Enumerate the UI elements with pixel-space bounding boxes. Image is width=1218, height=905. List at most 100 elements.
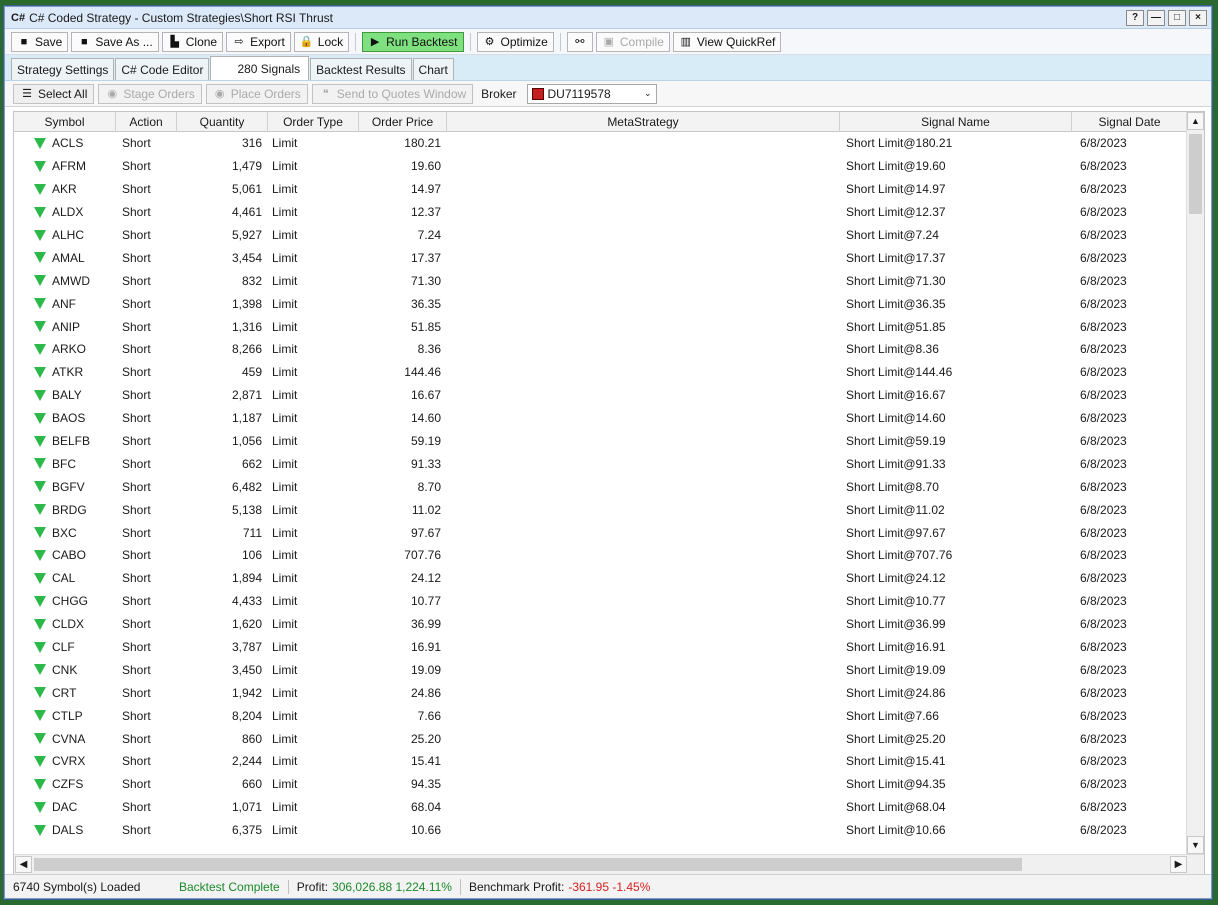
- short-signal-icon: [34, 366, 46, 378]
- col-header-order-price[interactable]: Order Price: [359, 112, 447, 132]
- scroll-right-icon[interactable]: ▶: [1170, 856, 1187, 873]
- table-row[interactable]: ALDX Short 4,461 Limit 12.37 Short Limit@12.3…: [14, 201, 1188, 224]
- export-button[interactable]: ⇨ Export: [226, 31, 291, 52]
- link-button[interactable]: ⚯: [566, 31, 593, 52]
- table-row[interactable]: BAOS Short 1,187 Limit 14.60 Short Limit@14.6…: [14, 407, 1188, 430]
- table-row[interactable]: ARKO Short 8,266 Limit 8.36 Short Limit@8.36 6…: [14, 338, 1188, 361]
- col-header-signal-name[interactable]: Signal Name: [840, 112, 1072, 132]
- cell-metastrategy: [447, 590, 840, 613]
- vertical-scrollbar[interactable]: ▲ ▼: [1186, 112, 1204, 854]
- cell-signal-date: 6/8/2023: [1080, 388, 1127, 403]
- col-header-order-type[interactable]: Order Type: [268, 112, 359, 132]
- cell-symbol: ATKR: [14, 361, 116, 384]
- table-row[interactable]: AKR Short 5,061 Limit 14.97 Short Limit@14.97…: [14, 178, 1188, 201]
- table-row[interactable]: ALHC Short 5,927 Limit 7.24 Short Limit@7.24 6…: [14, 224, 1188, 247]
- maximize-button[interactable]: □: [1168, 9, 1186, 26]
- horizontal-scrollbar[interactable]: ◀ ▶: [14, 854, 1204, 874]
- tab-strategy-settings[interactable]: Strategy Settings: [11, 58, 115, 80]
- table-row[interactable]: CNK Short 3,450 Limit 19.09 Short Limit@19.09…: [14, 658, 1188, 681]
- broker-dropdown[interactable]: DU7119578 ⌄: [526, 83, 657, 104]
- cell-action: Short: [122, 525, 151, 540]
- stage-orders-button[interactable]: ◉ Stage Orders: [98, 83, 202, 104]
- table-row[interactable]: BELFB Short 1,056 Limit 59.19 Short Limit@59.…: [14, 430, 1188, 453]
- table-row[interactable]: ACLS Short 316 Limit 180.21 Short Limit@180.2…: [14, 132, 1188, 155]
- scroll-up-icon[interactable]: ▲: [1187, 112, 1204, 130]
- table-row[interactable]: AMWD Short 832 Limit 71.30 Short Limit@71.30 6…: [14, 269, 1188, 292]
- clone-label: Clone: [185, 34, 218, 49]
- short-signal-icon: [34, 137, 46, 149]
- run-backtest-button[interactable]: ▶ Run Backtest: [362, 31, 464, 52]
- table-row[interactable]: CZFS Short 660 Limit 94.35 Short Limit@94.35 6…: [14, 773, 1188, 796]
- table-row[interactable]: CVRX Short 2,244 Limit 15.41 Short Limit@15.4…: [14, 750, 1188, 773]
- table-row[interactable]: CAL Short 1,894 Limit 24.12 Short Limit@24.12…: [14, 567, 1188, 590]
- scroll-down-icon[interactable]: ▼: [1187, 836, 1204, 854]
- cell-signal-name: Short Limit@14.60: [846, 411, 946, 426]
- cell-action: Short: [122, 548, 151, 563]
- select-all-button[interactable]: ☰ Select All: [13, 83, 95, 104]
- signals-grid[interactable]: Symbol Action Quantity Order Type Order …: [13, 111, 1205, 875]
- status-bar: 6740 Symbol(s) Loaded Backtest Complete …: [5, 874, 1211, 898]
- play-icon: ▶: [370, 36, 380, 48]
- cell-quantity: 6,375: [231, 823, 262, 838]
- table-row[interactable]: CTLP Short 8,204 Limit 7.66 Short Limit@7.66 6…: [14, 704, 1188, 727]
- tab-chart[interactable]: Chart: [412, 58, 454, 80]
- table-row[interactable]: DALS Short 6,375 Limit 10.66 Short Limit@10.6…: [14, 819, 1188, 842]
- col-header-quantity[interactable]: Quantity: [177, 112, 268, 132]
- table-row[interactable]: CRT Short 1,942 Limit 24.86 Short Limit@24.86…: [14, 681, 1188, 704]
- tab-backtest-results[interactable]: Backtest Results: [310, 58, 412, 80]
- col-header-signal-date[interactable]: Signal Date: [1072, 112, 1188, 132]
- compile-button[interactable]: ▣ Compile: [595, 31, 670, 52]
- cell-quantity: 4,433: [231, 594, 262, 609]
- col-header-metastrategy[interactable]: MetaStrategy: [447, 112, 840, 132]
- close-button[interactable]: ×: [1189, 9, 1207, 26]
- table-row[interactable]: AFRM Short 1,479 Limit 19.60 Short Limit@19.6…: [14, 155, 1188, 178]
- table-row[interactable]: CLDX Short 1,620 Limit 36.99 Short Limit@36.9…: [14, 613, 1188, 636]
- table-row[interactable]: BXC Short 711 Limit 97.67 Short Limit@97.67 6/…: [14, 521, 1188, 544]
- table-row[interactable]: CHGG Short 4,433 Limit 10.77 Short Limit@10.7…: [14, 590, 1188, 613]
- tab-signals[interactable]: 280 Signals: [210, 56, 310, 80]
- table-row[interactable]: CABO Short 106 Limit 707.76 Short Limit@707.7…: [14, 544, 1188, 567]
- cell-quantity: 316: [241, 136, 262, 151]
- table-row[interactable]: BFC Short 662 Limit 91.33 Short Limit@91.33 6/…: [14, 452, 1188, 475]
- cell-quantity: 3,454: [231, 250, 262, 265]
- save-as-button[interactable]: ■ Save As ...: [71, 31, 159, 52]
- minimize-button[interactable]: —: [1147, 9, 1165, 26]
- lock-button[interactable]: 🔒 Lock: [293, 31, 350, 52]
- symbol-text: CHGG: [52, 594, 88, 609]
- col-header-action[interactable]: Action: [116, 112, 177, 132]
- send-to-quotes-button[interactable]: ❝ Send to Quotes Window: [311, 83, 474, 104]
- col-header-symbol[interactable]: Symbol: [14, 112, 116, 132]
- save-button[interactable]: ■ Save: [11, 31, 69, 52]
- table-row[interactable]: DAC Short 1,071 Limit 68.04 Short Limit@68.04…: [14, 796, 1188, 819]
- table-row[interactable]: BALY Short 2,871 Limit 16.67 Short Limit@16.6…: [14, 384, 1188, 407]
- tab-code-editor[interactable]: C# Code Editor: [115, 58, 210, 80]
- cell-metastrategy: [447, 613, 840, 636]
- cell-quantity: 1,316: [231, 319, 262, 334]
- table-row[interactable]: ANIP Short 1,316 Limit 51.85 Short Limit@51.8…: [14, 315, 1188, 338]
- place-orders-button[interactable]: ◉ Place Orders: [205, 83, 308, 104]
- table-row[interactable]: BRDG Short 5,138 Limit 11.02 Short Limit@11.0…: [14, 498, 1188, 521]
- cell-order-type: Limit: [272, 479, 298, 494]
- optimize-button[interactable]: ⚙ Optimize: [476, 31, 554, 52]
- cell-action: Short: [122, 388, 151, 403]
- table-row[interactable]: BGFV Short 6,482 Limit 8.70 Short Limit@8.70 6…: [14, 475, 1188, 498]
- table-row[interactable]: AMAL Short 3,454 Limit 17.37 Short Limit@17.3…: [14, 246, 1188, 269]
- clone-button[interactable]: ▙ Clone: [161, 31, 224, 52]
- table-row[interactable]: CVNA Short 860 Limit 25.20 Short Limit@25.20 6…: [14, 727, 1188, 750]
- cell-action: Short: [122, 182, 151, 197]
- title-bar[interactable]: C# C# Coded Strategy - Custom Strategies…: [5, 7, 1211, 29]
- table-row[interactable]: ATKR Short 459 Limit 144.46 Short Limit@144.4…: [14, 361, 1188, 384]
- cell-order-price: 8.70: [417, 479, 441, 494]
- toolbar: ■ Save ■ Save As ... ▙ Clone ⇨ Export 🔒 …: [5, 29, 1211, 55]
- vertical-scroll-thumb[interactable]: [1189, 134, 1202, 214]
- place-orders-label: Place Orders: [230, 86, 301, 101]
- play-circle-icon: ◉: [214, 88, 225, 100]
- view-quickref-button[interactable]: ▥ View QuickRef: [672, 31, 782, 52]
- scroll-left-icon[interactable]: ◀: [15, 856, 32, 873]
- horizontal-scroll-thumb[interactable]: [34, 858, 1022, 871]
- cell-symbol: CTLP: [14, 704, 116, 727]
- help-button[interactable]: ?: [1126, 9, 1144, 26]
- table-row[interactable]: ANF Short 1,398 Limit 36.35 Short Limit@36.35…: [14, 292, 1188, 315]
- table-row[interactable]: CLF Short 3,787 Limit 16.91 Short Limit@16.91…: [14, 636, 1188, 659]
- cell-order-type: Limit: [272, 823, 298, 838]
